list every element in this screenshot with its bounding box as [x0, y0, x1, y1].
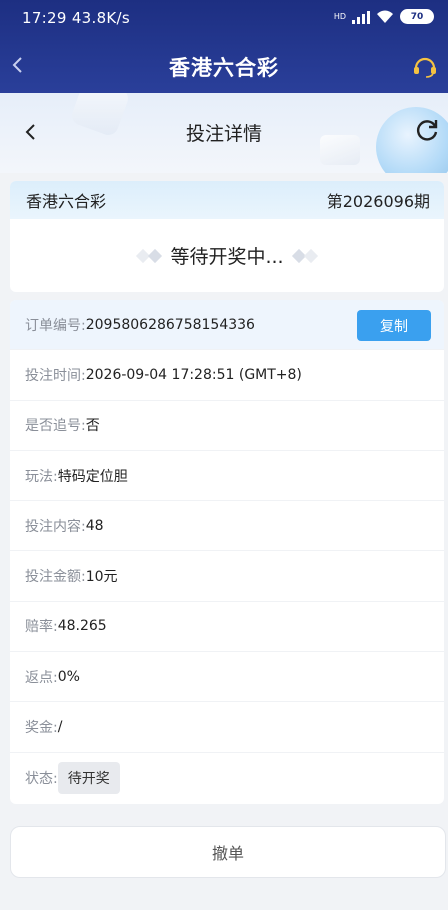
draw-status-text: 等待开奖中...: [170, 246, 284, 268]
status-icons: HD 70: [334, 9, 434, 24]
headset-icon[interactable]: [412, 53, 438, 79]
signal-icon: [352, 10, 370, 24]
rebate-value: 0%: [57, 668, 80, 685]
diamond-right-icon: [291, 248, 318, 263]
chase-label: 是否追号:: [25, 418, 86, 435]
order-no-value: 2095806286758154336: [85, 316, 255, 333]
content-label: 投注内容:: [25, 518, 86, 535]
content-value: 48: [85, 517, 104, 534]
wifi-icon: [376, 10, 394, 24]
copy-button[interactable]: 复制: [357, 310, 431, 341]
state-label: 状态:: [25, 770, 58, 787]
rebate-label: 返点:: [25, 669, 58, 686]
row-rebate: 返点: 0%: [10, 652, 444, 703]
status-badge: 待开奖: [57, 761, 120, 794]
lottery-period: 第2026096期: [326, 192, 430, 211]
clock-text: 17:29: [22, 9, 67, 27]
refresh-icon[interactable]: [414, 117, 440, 143]
bet-time-label: 投注时间:: [25, 367, 86, 384]
header-title: 香港六合彩: [169, 56, 279, 80]
order-no-label: 订单编号:: [25, 317, 86, 334]
prize-value: /: [57, 719, 63, 736]
prize-label: 奖金:: [25, 720, 58, 737]
row-order-no: 订单编号: 2095806286758154336 复制: [10, 300, 444, 351]
row-play: 玩法: 特码定位胆: [10, 451, 444, 502]
row-bet-time: 投注时间: 2026-09-04 17:28:51 (GMT+8): [10, 350, 444, 401]
detail-banner: 投注详情: [0, 93, 448, 173]
draw-status: 等待开奖中...: [10, 219, 444, 292]
page-title: 投注详情: [185, 123, 262, 145]
status-bar: 17:29 43.8K/s HD 70: [0, 0, 448, 36]
diamond-left-icon: [136, 248, 163, 263]
cancel-bet-button[interactable]: 撤单: [10, 826, 446, 878]
network-speed: 43.8K/s: [71, 9, 131, 27]
row-content: 投注内容: 48: [10, 501, 444, 552]
lottery-name: 香港六合彩: [26, 192, 107, 211]
odds-label: 赔率:: [25, 619, 58, 636]
row-prize: 奖金: /: [10, 702, 444, 753]
lottery-card: 香港六合彩 第2026096期 等待开奖中...: [10, 181, 444, 292]
hd-label: HD: [333, 12, 346, 21]
battery-level: 70: [410, 11, 424, 22]
play-value: 特码定位胆: [57, 468, 128, 485]
amount-label: 投注金额:: [25, 569, 86, 586]
lottery-header: 香港六合彩 第2026096期: [10, 181, 444, 219]
app-header: 17:29 43.8K/s HD 70 香港六合彩: [0, 0, 448, 93]
bet-detail-list: 订单编号: 2095806286758154336 复制 投注时间: 2026-…: [10, 300, 444, 804]
bet-time-value: 2026-09-04 17:28:51 (GMT+8): [85, 366, 302, 383]
amount-value: 10元: [85, 569, 118, 586]
row-chase: 是否追号: 否: [10, 401, 444, 451]
chase-value: 否: [85, 418, 100, 435]
row-state: 状态: 待开奖: [10, 753, 444, 803]
row-odds: 赔率: 48.265: [10, 602, 444, 653]
battery-icon: 70: [400, 9, 434, 24]
odds-value: 48.265: [57, 618, 107, 635]
status-time: 17:29 43.8K/s: [22, 9, 130, 27]
row-amount: 投注金额: 10元: [10, 551, 444, 602]
play-label: 玩法:: [25, 468, 58, 485]
